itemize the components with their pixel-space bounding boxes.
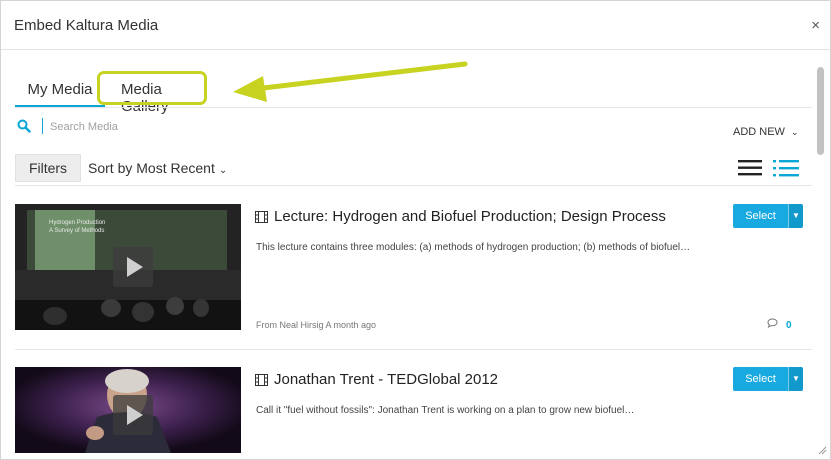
media-description: Call it "fuel without fossils": Jonathan…: [256, 405, 635, 416]
select-button-group: Select ▼: [733, 367, 803, 391]
media-title: Jonathan Trent - TEDGlobal 2012: [274, 371, 499, 388]
row-divider: [15, 349, 812, 350]
comments-count[interactable]: 0: [767, 318, 792, 331]
media-title-row[interactable]: Jonathan Trent - TEDGlobal 2012: [255, 371, 498, 388]
tabs-divider: [15, 107, 812, 108]
chevron-down-icon: ⌄: [218, 165, 228, 176]
dialog-header: Embed Kaltura Media ×: [1, 1, 830, 50]
film-icon: [255, 211, 268, 223]
select-button[interactable]: Select: [733, 367, 788, 391]
search-icon[interactable]: [17, 119, 31, 138]
annotation-arrow: [233, 61, 468, 102]
comments-number: 0: [786, 320, 792, 331]
sort-dropdown[interactable]: Sort by Most Recent ⌄: [88, 160, 227, 176]
chevron-down-icon[interactable]: ▼: [788, 204, 803, 228]
media-meta: From Neal Hirsig A month ago: [256, 320, 377, 330]
add-new-label: ADD NEW: [733, 126, 785, 138]
detailed-list-view-icon[interactable]: [773, 158, 799, 183]
media-title-row[interactable]: Lecture: Hydrogen and Biofuel Production…: [255, 208, 666, 225]
media-list-item: Jonathan Trent - TEDGlobal 2012 Call it …: [15, 367, 812, 453]
play-icon[interactable]: [113, 395, 153, 435]
comment-icon: [767, 318, 778, 329]
search-input[interactable]: [50, 118, 350, 136]
add-new-dropdown[interactable]: ADD NEW ⌄: [733, 126, 799, 138]
media-description: This lecture contains three modules: (a)…: [256, 242, 691, 253]
resize-grip-icon[interactable]: [817, 445, 827, 455]
list-view-icon[interactable]: [738, 159, 762, 182]
select-button[interactable]: Select: [733, 204, 788, 228]
slide-text: Hydrogen Production: [49, 220, 105, 226]
video-thumbnail[interactable]: [15, 367, 241, 453]
embed-kaltura-media-dialog: Embed Kaltura Media × My Media Media Gal…: [0, 0, 831, 460]
search-separator: [42, 118, 43, 134]
filters-button[interactable]: Filters: [15, 154, 81, 182]
film-icon: [255, 374, 268, 386]
toolbar-divider: [15, 185, 812, 186]
slide-text: A Survey of Methods: [49, 228, 104, 234]
tab-my-media[interactable]: My Media: [15, 71, 105, 107]
scrollbar[interactable]: [816, 63, 826, 455]
play-icon[interactable]: [113, 247, 153, 287]
scrollbar-thumb[interactable]: [817, 67, 824, 155]
media-title: Lecture: Hydrogen and Biofuel Production…: [274, 208, 666, 225]
chevron-down-icon: ⌄: [790, 127, 799, 137]
dialog-title: Embed Kaltura Media: [14, 17, 159, 34]
select-button-group: Select ▼: [733, 204, 803, 228]
sort-label: Sort by Most Recent: [88, 160, 215, 176]
video-thumbnail[interactable]: Hydrogen Production A Survey of Methods: [15, 204, 241, 330]
close-icon[interactable]: ×: [811, 17, 820, 34]
chevron-down-icon[interactable]: ▼: [788, 367, 803, 391]
highlight-annotation-box: [97, 71, 207, 105]
media-list-item: Hydrogen Production A Survey of Methods: [15, 204, 812, 334]
